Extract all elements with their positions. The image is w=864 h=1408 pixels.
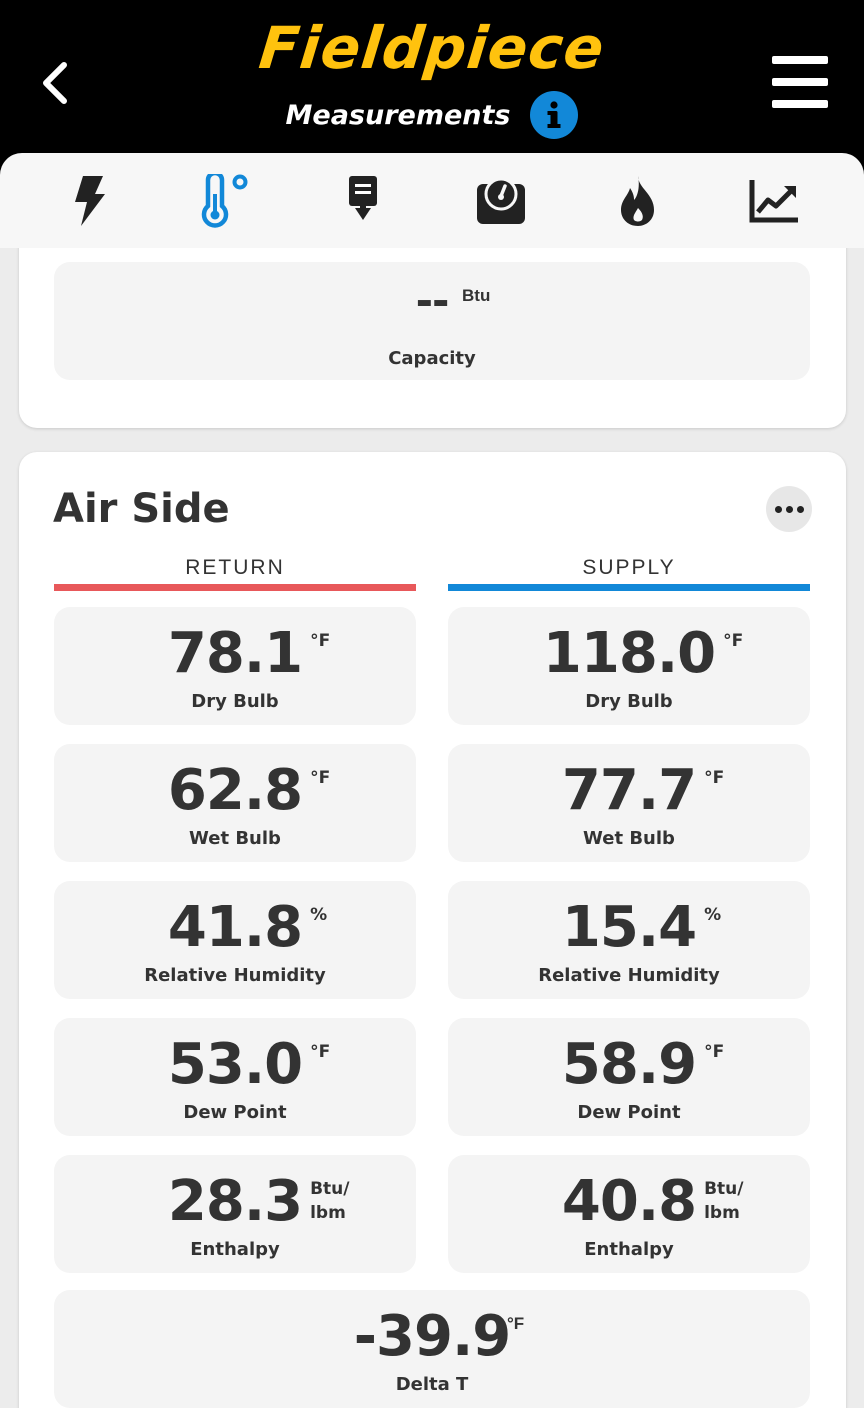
probe-download-icon xyxy=(349,175,378,220)
return-dew-point-value: 53.0 °F xyxy=(167,1032,331,1097)
return-dew-point-value-wrap: 53.0 °F xyxy=(54,1032,416,1097)
supply-dry-bulb-label: Dry Bulb xyxy=(585,691,673,712)
return-enthalpy-value-wrap: 28.3 Btu/ lbm xyxy=(54,1169,416,1234)
supply-relative-humidity-value-wrap: 15.4% xyxy=(448,895,810,960)
more-dot-icon xyxy=(796,505,804,513)
more-dot-icon xyxy=(774,505,782,513)
capacity-tile[interactable]: -- Btu Capacity xyxy=(54,262,810,380)
supply-relative-humidity-unit: % xyxy=(704,905,722,925)
supply-wet-bulb-value-wrap: 77.7 °F xyxy=(448,758,810,823)
supply-dry-bulb-tile[interactable]: 118.0 °F Dry Bulb xyxy=(448,607,810,725)
supply-dew-point-value: 58.9 °F xyxy=(561,1032,725,1097)
info-icon xyxy=(547,101,561,128)
supply-dry-bulb-value: 118.0 °F xyxy=(542,621,744,686)
subtitle-row: Measurements xyxy=(0,90,864,140)
supply-dew-point-label: Dew Point xyxy=(577,1102,681,1123)
return-relative-humidity-label: Relative Humidity xyxy=(144,965,326,986)
supply-dry-bulb-value-wrap: 118.0 °F xyxy=(448,621,810,686)
return-wet-bulb-label: Wet Bulb xyxy=(189,828,281,849)
supply-column-bar xyxy=(448,584,810,591)
menu-button[interactable] xyxy=(772,56,828,108)
tab-pressure[interactable] xyxy=(465,165,537,237)
more-dot-icon xyxy=(785,505,793,513)
tab-trends[interactable] xyxy=(739,165,811,237)
tab-electrical[interactable] xyxy=(53,165,125,237)
return-wet-bulb-value-wrap: 62.8 °F xyxy=(54,758,416,823)
delta-t-value: -39.9 xyxy=(353,1304,511,1369)
return-dew-point-label: Dew Point xyxy=(183,1102,287,1123)
delta-t-tile[interactable]: -39.9 °F Delta T xyxy=(54,1290,810,1408)
info-button[interactable] xyxy=(530,91,579,139)
return-dry-bulb-label: Dry Bulb xyxy=(191,691,279,712)
supply-relative-humidity-label: Relative Humidity xyxy=(538,965,720,986)
return-dew-point-unit: °F xyxy=(310,1042,331,1062)
return-wet-bulb-unit: °F xyxy=(310,768,331,788)
air-side-card: Air Side RETURN SUPPLY 78.1 °F Dry Bulb 62.… xyxy=(19,452,846,1408)
section-title: Air Side xyxy=(53,486,230,532)
return-relative-humidity-tile[interactable]: 41.8% Relative Humidity xyxy=(54,881,416,999)
trend-chart-icon xyxy=(749,179,799,222)
supply-dry-bulb-unit: °F xyxy=(723,631,744,651)
tab-probe[interactable] xyxy=(327,165,399,237)
supply-wet-bulb-tile[interactable]: 77.7 °F Wet Bulb xyxy=(448,744,810,862)
tab-combustion[interactable] xyxy=(602,165,674,237)
return-enthalpy-label: Enthalpy xyxy=(190,1239,280,1260)
supply-enthalpy-label: Enthalpy xyxy=(584,1239,674,1260)
menu-line xyxy=(772,100,828,108)
gauge-icon xyxy=(476,177,525,224)
return-dry-bulb-value: 78.1 °F xyxy=(167,621,331,686)
return-column-bar xyxy=(54,584,416,591)
supply-relative-humidity-value: 15.4% xyxy=(561,895,722,960)
capacity-value-wrap: -- xyxy=(54,276,810,325)
hamburger-menu-icon xyxy=(772,56,828,64)
return-relative-humidity-value-wrap: 41.8% xyxy=(54,895,416,960)
capacity-value: -- xyxy=(415,276,450,325)
supply-enthalpy-value-wrap: 40.8 Btu/ lbm xyxy=(448,1169,810,1234)
return-dry-bulb-value-wrap: 78.1 °F xyxy=(54,621,416,686)
supply-enthalpy-value: 40.8 Btu/ lbm xyxy=(561,1169,744,1234)
supply-column-header: SUPPLY xyxy=(582,556,676,579)
category-tab-bar xyxy=(0,153,864,248)
brand-logo: Fieldpiece xyxy=(256,14,608,82)
more-options-button[interactable] xyxy=(766,486,812,532)
return-relative-humidity-value: 41.8% xyxy=(167,895,328,960)
delta-t-unit: °F xyxy=(507,1314,525,1333)
flame-icon xyxy=(620,175,654,226)
return-wet-bulb-tile[interactable]: 62.8 °F Wet Bulb xyxy=(54,744,416,862)
page-title: Measurements xyxy=(285,99,511,131)
return-enthalpy-tile[interactable]: 28.3 Btu/ lbm Enthalpy xyxy=(54,1155,416,1273)
supply-wet-bulb-unit: °F xyxy=(704,768,725,788)
return-column-header: RETURN xyxy=(185,556,285,579)
return-relative-humidity-unit: % xyxy=(310,905,328,925)
measurements-scroll-area[interactable]: -- Btu Capacity Air Side RETURN SUPPLY 7… xyxy=(0,248,864,1408)
delta-t-value-wrap: -39.9 xyxy=(54,1304,810,1369)
lightning-icon xyxy=(74,175,105,226)
capacity-label: Capacity xyxy=(388,348,476,369)
return-dry-bulb-tile[interactable]: 78.1 °F Dry Bulb xyxy=(54,607,416,725)
supply-dew-point-value-wrap: 58.9 °F xyxy=(448,1032,810,1097)
return-dew-point-tile[interactable]: 53.0 °F Dew Point xyxy=(54,1018,416,1136)
capacity-card: -- Btu Capacity xyxy=(19,248,846,428)
capacity-unit: Btu xyxy=(462,286,491,305)
menu-line xyxy=(772,78,828,86)
supply-enthalpy-unit: Btu/ lbm xyxy=(704,1179,744,1223)
app-header: Fieldpiece Measurements xyxy=(0,0,864,175)
return-enthalpy-value: 28.3 Btu/ lbm xyxy=(167,1169,350,1234)
return-enthalpy-unit: Btu/ lbm xyxy=(310,1179,350,1223)
supply-enthalpy-tile[interactable]: 40.8 Btu/ lbm Enthalpy xyxy=(448,1155,810,1273)
return-wet-bulb-value: 62.8 °F xyxy=(167,758,331,823)
thermometer-icon xyxy=(201,173,248,228)
supply-dew-point-unit: °F xyxy=(704,1042,725,1062)
delta-t-label: Delta T xyxy=(395,1374,469,1395)
tab-temperature[interactable] xyxy=(190,165,262,237)
supply-dew-point-tile[interactable]: 58.9 °F Dew Point xyxy=(448,1018,810,1136)
supply-relative-humidity-tile[interactable]: 15.4% Relative Humidity xyxy=(448,881,810,999)
return-dry-bulb-unit: °F xyxy=(310,631,331,651)
supply-wet-bulb-label: Wet Bulb xyxy=(583,828,675,849)
supply-wet-bulb-value: 77.7 °F xyxy=(561,758,725,823)
